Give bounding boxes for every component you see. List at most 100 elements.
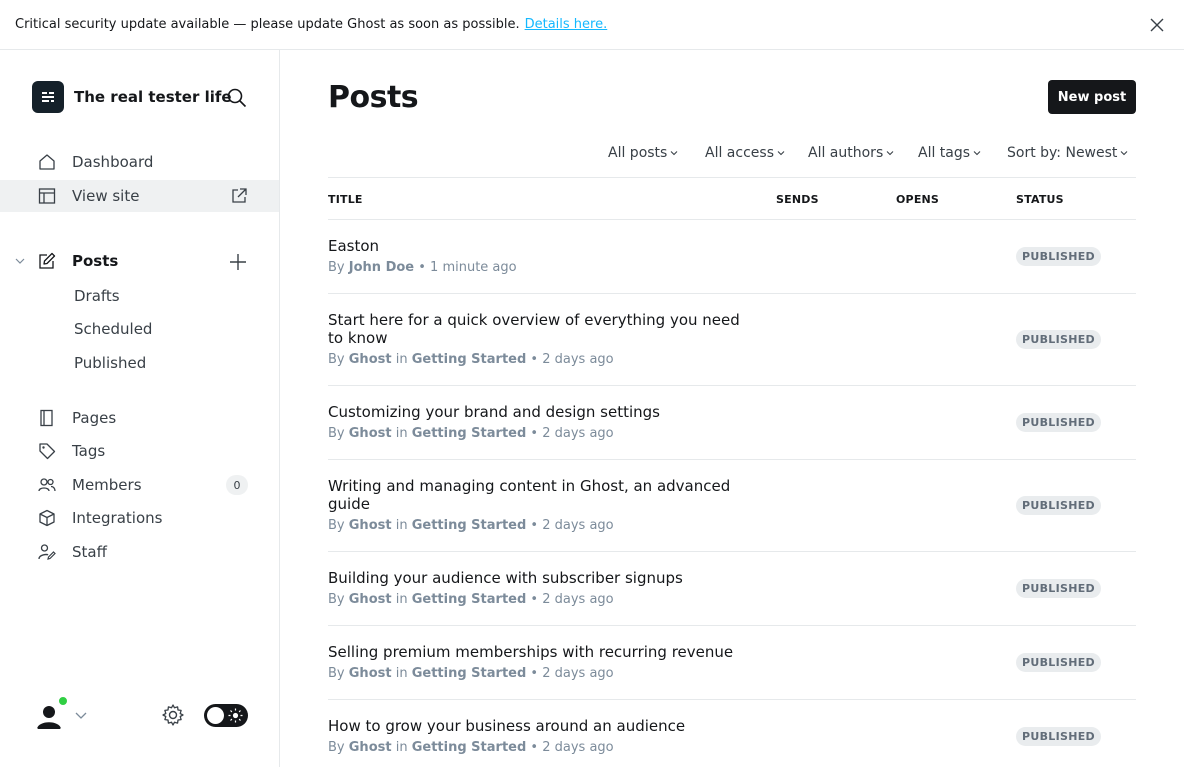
- filter-label: Sort by: Newest: [1007, 145, 1118, 161]
- post-author: Ghost: [348, 592, 392, 607]
- post-meta: By Ghost in Getting Started • 2 days ago: [328, 592, 614, 607]
- sidebar-item-published[interactable]: Published: [74, 354, 146, 372]
- table-row[interactable]: Easton By John Doe • 1 minute ago PUBLIS…: [328, 220, 1136, 294]
- site-title: The real tester life: [74, 88, 232, 106]
- meta-in: in: [395, 666, 408, 681]
- sidebar-item-label: Posts: [72, 252, 119, 270]
- chevron-down-icon: [886, 151, 894, 156]
- post-meta: By Ghost in Getting Started • 2 days ago: [328, 740, 614, 755]
- page-title: Posts: [328, 80, 419, 115]
- filter-post-type[interactable]: All posts: [608, 145, 678, 161]
- banner-details-link[interactable]: Details here.: [525, 17, 608, 32]
- sidebar-item-label: Members: [72, 476, 142, 494]
- sidebar-item-pages[interactable]: Pages: [0, 402, 279, 434]
- post-time: 2 days ago: [542, 352, 614, 367]
- filter-tags[interactable]: All tags: [918, 145, 981, 161]
- post-author: Ghost: [348, 352, 392, 367]
- sidebar-item-tags[interactable]: Tags: [0, 435, 279, 467]
- meta-by: By: [328, 260, 345, 275]
- online-status-dot: [58, 696, 68, 706]
- post-meta: By Ghost in Getting Started • 2 days ago: [328, 518, 614, 533]
- chevron-down-icon[interactable]: [74, 708, 88, 722]
- table-row[interactable]: Building your audience with subscriber s…: [328, 552, 1136, 626]
- filter-access[interactable]: All access: [705, 145, 785, 161]
- status-badge: PUBLISHED: [1016, 653, 1101, 672]
- sidebar-item-staff[interactable]: Staff: [0, 536, 279, 568]
- meta-by: By: [328, 426, 345, 441]
- post-title: How to grow your business around an audi…: [328, 717, 686, 735]
- plus-icon[interactable]: [229, 253, 247, 271]
- filter-label: All access: [705, 145, 774, 161]
- page-icon: [40, 409, 53, 427]
- meta-in: in: [395, 426, 408, 441]
- edit-icon: [39, 252, 56, 269]
- table-row[interactable]: Writing and managing content in Ghost, a…: [328, 460, 1136, 552]
- sidebar-item-integrations[interactable]: Integrations: [0, 502, 279, 534]
- site-header[interactable]: The real tester life: [32, 81, 232, 113]
- sidebar-item-scheduled[interactable]: Scheduled: [74, 320, 152, 338]
- sidebar-item-label: Staff: [72, 543, 107, 561]
- home-icon: [39, 154, 55, 170]
- sidebar-item-label: Pages: [72, 409, 117, 427]
- sidebar-item-label: Dashboard: [72, 153, 154, 171]
- status-badge: PUBLISHED: [1016, 579, 1101, 598]
- external-link-icon[interactable]: [230, 187, 248, 205]
- sidebar-item-view-site[interactable]: View site: [0, 180, 279, 212]
- sidebar-item-label: Integrations: [72, 509, 163, 527]
- post-tag: Getting Started: [411, 426, 527, 441]
- post-title: Selling premium memberships with recurri…: [328, 643, 734, 661]
- post-title: Writing and managing content in Ghost, a…: [328, 477, 731, 513]
- meta-in: in: [395, 592, 408, 607]
- post-title: Start here for a quick overview of every…: [328, 311, 740, 347]
- sidebar-item-label: View site: [72, 187, 140, 205]
- post-time: 2 days ago: [542, 518, 614, 533]
- site-logo: [32, 81, 64, 113]
- theme-toggle[interactable]: [204, 704, 248, 727]
- table-row[interactable]: Selling premium memberships with recurri…: [328, 626, 1136, 700]
- sidebar-item-dashboard[interactable]: Dashboard: [0, 146, 279, 178]
- post-time: 2 days ago: [542, 426, 614, 441]
- post-time: 2 days ago: [542, 740, 614, 755]
- post-tag: Getting Started: [411, 518, 527, 533]
- post-author: Ghost: [348, 740, 392, 755]
- chevron-down-icon[interactable]: [14, 255, 26, 267]
- gear-icon[interactable]: [161, 703, 185, 727]
- status-badge: PUBLISHED: [1016, 247, 1101, 266]
- sidebar-item-drafts[interactable]: Drafts: [74, 287, 120, 305]
- post-time: 2 days ago: [542, 592, 614, 607]
- table-row[interactable]: Customizing your brand and design settin…: [328, 386, 1136, 460]
- site-logo-icon: [42, 92, 54, 102]
- post-meta: By Ghost in Getting Started • 2 days ago: [328, 426, 614, 441]
- search-icon[interactable]: [226, 87, 248, 109]
- table-header: TITLE SENDS OPENS STATUS: [328, 177, 1136, 220]
- post-title: Building your audience with subscriber s…: [328, 569, 683, 587]
- post-time: 2 days ago: [542, 666, 614, 681]
- post-author: Ghost: [348, 666, 392, 681]
- post-tag: Getting Started: [411, 592, 527, 607]
- filter-bar: All posts All access All authors All tag…: [280, 145, 1136, 165]
- filter-authors[interactable]: All authors: [808, 145, 894, 161]
- new-post-button[interactable]: New post: [1048, 80, 1136, 114]
- table-row[interactable]: Start here for a quick overview of every…: [328, 294, 1136, 386]
- meta-by: By: [328, 592, 345, 607]
- post-tag: Getting Started: [411, 740, 527, 755]
- post-meta: By Ghost in Getting Started • 2 days ago: [328, 666, 614, 681]
- meta-by: By: [328, 740, 345, 755]
- close-icon[interactable]: [1148, 16, 1166, 34]
- sidebar-item-posts[interactable]: Posts: [0, 245, 279, 277]
- column-header-opens: OPENS: [896, 193, 940, 206]
- status-badge: PUBLISHED: [1016, 496, 1101, 515]
- sidebar-item-members[interactable]: Members 0: [0, 469, 279, 501]
- meta-in: in: [395, 352, 408, 367]
- post-meta: By Ghost in Getting Started • 2 days ago: [328, 352, 614, 367]
- banner-message: Critical security update available — ple…: [15, 17, 520, 32]
- sort-dropdown[interactable]: Sort by: Newest: [1007, 145, 1128, 161]
- column-header-status: STATUS: [1016, 193, 1064, 206]
- members-count-badge: 0: [226, 475, 248, 495]
- post-author: Ghost: [348, 518, 392, 533]
- sun-icon: [228, 708, 243, 723]
- table-row[interactable]: How to grow your business around an audi…: [328, 700, 1136, 767]
- chevron-down-icon: [1121, 151, 1128, 156]
- meta-by: By: [328, 666, 345, 681]
- status-badge: PUBLISHED: [1016, 727, 1101, 746]
